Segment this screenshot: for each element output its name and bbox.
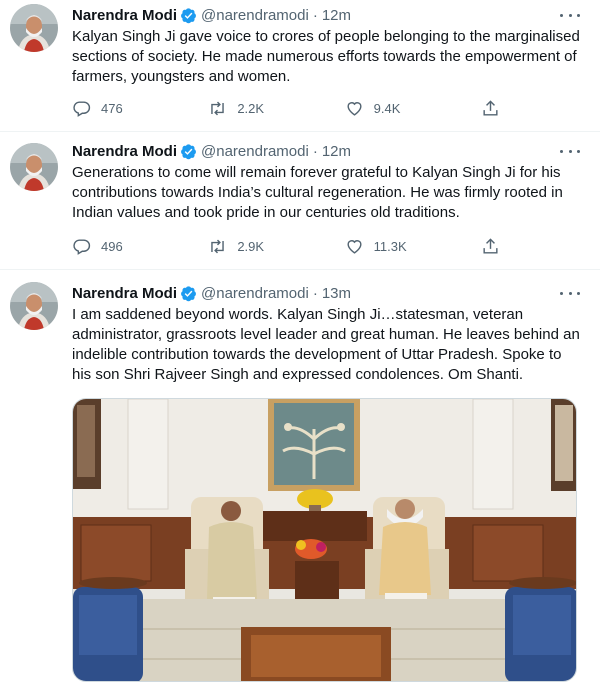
like-button[interactable]: 9.4K bbox=[345, 96, 481, 120]
retweet-icon bbox=[211, 101, 225, 115]
reply-button[interactable]: 476 bbox=[72, 96, 208, 120]
author-name[interactable]: Narendra Modi bbox=[72, 7, 177, 24]
retweet-button[interactable]: 2.2K bbox=[208, 96, 344, 120]
separator-dot: · bbox=[312, 142, 318, 160]
tweet[interactable]: Narendra Modi @narendramodi · 12m Genera… bbox=[0, 132, 600, 270]
author-handle[interactable]: @narendramodi bbox=[201, 143, 309, 160]
timestamp[interactable]: 12m bbox=[322, 143, 351, 160]
like-count: 11.3K bbox=[373, 238, 407, 254]
like-count: 9.4K bbox=[373, 100, 401, 116]
verified-badge-icon bbox=[181, 7, 196, 23]
avatar[interactable] bbox=[10, 4, 58, 52]
author-handle[interactable]: @narendramodi bbox=[201, 285, 309, 302]
reply-count: 496 bbox=[101, 238, 123, 254]
share-icon bbox=[483, 237, 498, 254]
share-button[interactable] bbox=[481, 96, 510, 120]
author-handle[interactable]: @narendramodi bbox=[201, 7, 309, 24]
retweet-icon bbox=[211, 239, 225, 253]
reply-button[interactable]: 496 bbox=[72, 234, 208, 258]
tweet-feed: Narendra Modi @narendramodi · 12m Kalyan… bbox=[0, 0, 600, 691]
tweet-header: Narendra Modi @narendramodi · 13m bbox=[72, 282, 584, 304]
tweet[interactable]: Narendra Modi @narendramodi · 12m Kalyan… bbox=[0, 0, 600, 132]
retweet-button[interactable]: 2.9K bbox=[208, 234, 344, 258]
separator-dot: · bbox=[312, 284, 318, 302]
reply-icon bbox=[73, 100, 91, 117]
reply-icon bbox=[73, 238, 91, 255]
share-icon bbox=[483, 99, 498, 116]
tweet-header: Narendra Modi @narendramodi · 12m bbox=[72, 4, 584, 26]
verified-badge-icon bbox=[181, 143, 196, 159]
like-button[interactable]: 11.3K bbox=[345, 234, 481, 258]
retweet-count: 2.9K bbox=[237, 238, 265, 254]
tweet-text: Generations to come will remain forever … bbox=[72, 164, 563, 221]
author-name[interactable]: Narendra Modi bbox=[72, 143, 177, 160]
avatar[interactable] bbox=[10, 143, 58, 191]
tweet-text: Kalyan Singh Ji gave voice to crores of … bbox=[72, 28, 580, 85]
verified-badge-icon bbox=[181, 285, 196, 301]
tweet-text: I am saddened beyond words. Kalyan Singh… bbox=[72, 306, 580, 383]
more-options-icon[interactable] bbox=[560, 142, 580, 160]
timestamp[interactable]: 13m bbox=[322, 285, 351, 302]
timestamp[interactable]: 12m bbox=[322, 7, 351, 24]
avatar[interactable] bbox=[10, 282, 58, 330]
retweet-count: 2.2K bbox=[237, 100, 265, 116]
author-name[interactable]: Narendra Modi bbox=[72, 285, 177, 302]
tweet-photo[interactable] bbox=[72, 398, 577, 682]
separator-dot: · bbox=[312, 6, 318, 24]
tweet-actions: 476 2.2K 9.4K bbox=[72, 96, 510, 120]
more-options-icon[interactable] bbox=[560, 284, 580, 302]
more-options-icon[interactable] bbox=[560, 6, 580, 24]
tweet-actions: 496 2.9K 11.3K bbox=[72, 234, 510, 258]
like-icon bbox=[347, 101, 362, 116]
tweet-header: Narendra Modi @narendramodi · 12m bbox=[72, 140, 584, 162]
share-button[interactable] bbox=[481, 234, 510, 258]
reply-count: 476 bbox=[101, 100, 123, 116]
like-icon bbox=[347, 239, 362, 254]
